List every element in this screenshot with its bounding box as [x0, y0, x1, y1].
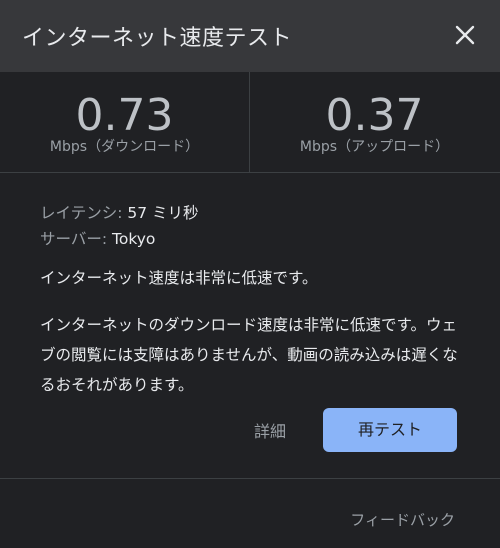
retest-button[interactable]: 再テスト [323, 408, 457, 452]
details-button[interactable]: 詳細 [254, 418, 286, 442]
latency-label: レイテンシ: [40, 204, 123, 222]
feedback-link[interactable]: フィードバック [350, 509, 455, 530]
detail-message: インターネットのダウンロード速度は非常に低速です。ウェブの閲覧には支障はありませ… [40, 316, 458, 394]
download-speed: 0.73 Mbps（ダウンロード） [0, 72, 250, 172]
latency-row: レイテンシ: 57 ミリ秒 [40, 200, 199, 226]
upload-speed-value: 0.37 [325, 90, 424, 141]
test-info: レイテンシ: 57 ミリ秒 サーバー: Tokyo [40, 200, 199, 252]
speed-results: 0.73 Mbps（ダウンロード） 0.37 Mbps（アップロード） [0, 72, 500, 173]
close-icon [455, 25, 475, 45]
server-row: サーバー: Tokyo [40, 226, 199, 252]
footer-divider [0, 478, 500, 479]
dialog-title: インターネット速度テスト [22, 26, 293, 51]
close-button[interactable] [450, 20, 480, 50]
speed-test-dialog: インターネット速度テスト 0.73 Mbps（ダウンロード） 0.37 Mbps… [0, 0, 500, 548]
upload-speed-unit: Mbps（アップロード） [299, 139, 450, 155]
server-value: Tokyo [107, 230, 156, 248]
download-speed-unit: Mbps（ダウンロード） [49, 139, 200, 155]
download-speed-value: 0.73 [75, 90, 174, 141]
summary-message: インターネット速度は非常に低速です。 [40, 269, 318, 287]
dialog-header: インターネット速度テスト [0, 0, 500, 72]
latency-value: 57 ミリ秒 [122, 204, 199, 222]
upload-speed: 0.37 Mbps（アップロード） [250, 72, 499, 172]
server-label: サーバー: [40, 230, 108, 248]
